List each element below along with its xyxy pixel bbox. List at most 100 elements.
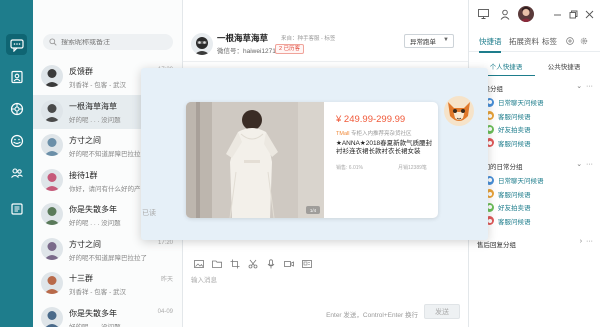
nav-rail xyxy=(0,0,33,327)
input-toolbar xyxy=(193,258,313,270)
active-tab-underline xyxy=(479,51,501,53)
monitor-icon[interactable] xyxy=(477,8,489,20)
shop-platform: TMall xyxy=(336,131,350,137)
send-hint: Enter 发送，Control+Enter 换行 xyxy=(326,312,418,319)
conversation-name: 你是失散多年 xyxy=(69,205,117,214)
quick-reply-item[interactable]: 客服问候语 xyxy=(485,137,531,149)
conversation-name: 方寸之间 xyxy=(69,136,101,145)
video-icon[interactable] xyxy=(283,258,295,270)
conversation-name: 一根海草海草 xyxy=(69,101,117,111)
conversation-preview: 好的呢不知道屏障巴拉拉了 xyxy=(69,254,147,262)
app-window: 反馈群 刘香祥 - 包客 - 武汉 17:20 一根海草海草 好的呢 . . .… xyxy=(0,0,600,327)
subtab-public[interactable]: 公共快捷语 xyxy=(535,60,593,76)
product-card[interactable]: 1/4 ¥ 249.99-299.99 TMall 专柜入内推荐亮杂货社区 ★A… xyxy=(186,102,438,218)
tab-tags[interactable]: 标签 xyxy=(542,36,557,47)
product-sales: 销售: 6.01% xyxy=(336,165,363,171)
user-settings-icon[interactable] xyxy=(499,8,511,20)
phrase-label: 日常聊天问候语 xyxy=(498,100,544,107)
gear-icon[interactable] xyxy=(580,37,588,47)
conversation-name: 你是失散多年 xyxy=(69,308,117,318)
conversation-preview: 你好，请问有什么好的产品 xyxy=(69,185,147,193)
conversation-name: 反馈群 xyxy=(69,67,93,76)
quick-reply-group[interactable]: 问候分组 ⌄ ··· xyxy=(475,82,595,94)
group-actions-icon[interactable]: ⌄ ··· xyxy=(576,82,593,90)
chat-icon[interactable] xyxy=(6,34,27,55)
phrase-label: 日常聊天问候语 xyxy=(498,178,544,185)
quick-reply-subtabs: 个人快捷语 公共快捷语 xyxy=(477,60,593,76)
conversation-preview: 刘香祥 - 包客 - 武汉 xyxy=(69,289,127,296)
quick-reply-item[interactable]: 日常聊天问候语 xyxy=(485,96,544,108)
group-actions-icon[interactable]: › ··· xyxy=(580,238,593,245)
image-icon[interactable] xyxy=(193,258,205,270)
send-button[interactable]: 发送 xyxy=(424,304,460,319)
message-popup: 已读 1/4 ¥ 249.99-299.99 TMall 专柜入内推荐亮杂货社区… xyxy=(141,68,488,240)
close-icon[interactable] xyxy=(583,8,595,20)
tab-quick-replies[interactable]: 快捷语 xyxy=(479,36,502,47)
quick-reply-item[interactable]: 好友拍卖语 xyxy=(485,123,531,135)
contact-name: 一根海草海草 xyxy=(217,33,269,43)
conversation-avatar xyxy=(41,203,63,225)
quick-reply-item[interactable]: 日常聊天问候语 xyxy=(485,174,544,186)
product-card-icon[interactable] xyxy=(301,258,313,270)
shop-name: 专柜入内推荐亮杂货社区 xyxy=(350,131,412,137)
moments-icon[interactable] xyxy=(6,98,27,119)
conversation-item[interactable]: 你是失散多年 好的呢 . . . 没问题 04-09 xyxy=(33,302,183,327)
search-box[interactable] xyxy=(43,34,173,50)
restore-icon[interactable] xyxy=(567,8,579,20)
contact-source: 来自：种手客服 - 标签 xyxy=(281,36,336,42)
add-circle-icon[interactable] xyxy=(566,37,574,47)
right-tabs: 快捷语 拓展资料 标签 xyxy=(469,32,600,53)
quick-reply-group[interactable]: 我们的日常分组 ⌄ ··· xyxy=(475,160,595,172)
contact-wechat-id: 微信号：haiwei1271 xyxy=(217,48,276,55)
phrase-label: 好友拍卖语 xyxy=(498,205,531,212)
chat-header: 一根海草海草 来自：种手客服 - 标签 微信号：haiwei1271 2 已历客… xyxy=(183,28,468,62)
status-select-value: 异常跑单 xyxy=(410,39,436,46)
conversation-item[interactable]: 十三群 刘香祥 - 包客 - 武汉 昨天 xyxy=(33,267,183,301)
quick-reply-item[interactable]: 客服问候语 xyxy=(485,110,531,122)
contact-avatar[interactable] xyxy=(191,33,213,55)
quick-reply-item[interactable]: 客服问候语 xyxy=(485,215,531,227)
conversation-avatar xyxy=(41,237,63,260)
phrase-label: 客服问候语 xyxy=(498,140,531,148)
product-image[interactable]: 1/4 xyxy=(186,102,324,218)
contacts-icon[interactable] xyxy=(6,66,27,87)
image-count-badge: 1/4 xyxy=(306,206,320,214)
conversation-preview: 刘香祥 - 包客 - 武汉 xyxy=(69,82,127,89)
phrase-label: 客服问候语 xyxy=(498,113,531,121)
folder-icon[interactable] xyxy=(211,258,223,270)
conversation-time: 17:20 xyxy=(157,239,173,246)
settings-panel-icon[interactable] xyxy=(6,198,27,219)
conversation-preview: 好的呢 . . . 没问题 xyxy=(69,116,121,124)
group-actions-icon[interactable]: ⌄ ··· xyxy=(576,160,593,168)
phrase-label: 客服问候语 xyxy=(498,218,531,226)
tab-extended-info[interactable]: 拓展资料 xyxy=(509,36,539,47)
product-title: ★ANNA★2018春夏新款气质腰封衬衫连衣裙长款衬衣长裙女装 xyxy=(336,140,433,155)
support-icon[interactable] xyxy=(6,130,27,151)
groups-icon[interactable] xyxy=(6,162,27,183)
group-name: 售后回复分组 xyxy=(477,242,516,249)
conversation-time: 昨天 xyxy=(160,277,173,283)
sender-avatar[interactable] xyxy=(444,96,474,126)
status-select[interactable]: 异常跑单 ▼ xyxy=(404,34,454,48)
read-status: 已读 xyxy=(142,210,156,217)
crop-icon[interactable] xyxy=(229,258,241,270)
quick-reply-item[interactable]: 客服问候语 xyxy=(485,188,531,200)
user-avatar[interactable] xyxy=(518,6,534,22)
conversation-name: 十三群 xyxy=(69,274,93,283)
conversation-avatar xyxy=(41,306,63,327)
conversation-preview: 好的呢不知道屏障巴拉拉了 xyxy=(69,151,147,158)
conversation-name: 接待1群 xyxy=(69,170,98,180)
minimize-icon[interactable] xyxy=(551,8,563,20)
message-input[interactable]: 输入消息 xyxy=(191,274,217,284)
microphone-icon[interactable] xyxy=(265,258,277,270)
search-input[interactable] xyxy=(61,38,161,46)
quick-reply-item[interactable]: 好友拍卖语 xyxy=(485,201,531,213)
scissors-icon[interactable] xyxy=(247,258,259,270)
conversation-preview: 好的呢 . . . 没问题 xyxy=(69,220,121,227)
quick-reply-group[interactable]: 售后回复分组 › ··· xyxy=(475,238,595,250)
conversation-time: 04-09 xyxy=(157,308,173,315)
visitor-badge: 2 已历客 xyxy=(275,44,305,54)
window-controls xyxy=(469,6,600,24)
conversation-name: 方寸之间 xyxy=(69,239,101,249)
product-stock: 月销12389笔 xyxy=(398,165,427,171)
